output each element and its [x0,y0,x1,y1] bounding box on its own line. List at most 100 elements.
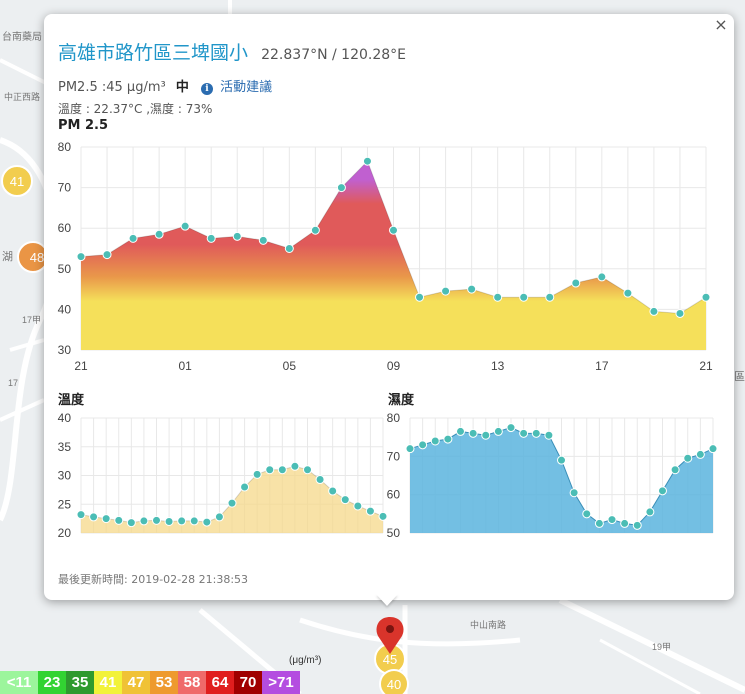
last-updated: 最後更新時間: 2019-02-28 21:38:53 [58,573,249,586]
legend-item: 64 [206,671,234,694]
legend-item: <11 [0,671,38,694]
data-point [594,518,604,528]
data-point [126,518,136,528]
pm25-chart: 30 40 50 60 70 80 21 01 05 09 13 17 21 [58,140,713,373]
road-label: 湖 [2,250,13,263]
y-tick-label: 40 [58,302,72,316]
data-point [240,482,250,492]
data-point [441,286,451,296]
x-tick-label: 01 [178,359,192,373]
data-point [154,229,164,239]
pm-legend: <11 23 35 41 47 53 58 64 70 >71 [0,671,300,694]
info-icon[interactable]: i [201,83,213,95]
data-point [114,515,124,525]
data-point [701,292,711,302]
data-point [252,469,262,479]
data-point [89,512,99,522]
data-point [708,444,718,454]
data-point [695,449,705,459]
data-point [277,465,287,475]
road-label: 19甲 [652,642,671,652]
legend-item: 58 [178,671,206,694]
map-marker-label: 41 [10,174,24,189]
data-point [284,244,294,253]
y-tick-label: 30 [58,343,72,357]
data-point [569,488,579,498]
pm-value: PM2.5 :45 µg/m³ [58,80,166,95]
data-point [353,501,363,511]
map-marker-label: 40 [387,677,401,692]
data-point [101,514,111,524]
x-tick-label: 09 [387,359,401,373]
data-point [493,426,503,436]
data-point [519,292,529,302]
activity-advice-link[interactable]: 活動建議 [220,80,272,95]
data-point [597,272,607,282]
data-point [506,423,516,433]
y-tick-label: 25 [58,497,72,511]
data-point [214,512,224,522]
data-point [415,292,425,302]
data-point [531,428,541,438]
data-point [76,252,86,262]
data-point [620,518,630,528]
x-tick-label: 21 [699,359,713,373]
data-point [336,183,346,193]
y-tick-label: 20 [58,526,72,540]
data-point [683,453,693,463]
humidity-chart: 50 60 70 80 [387,411,718,540]
data-point [258,235,268,245]
legend-unit: (μg/m³) [289,655,322,666]
data-point [582,509,592,519]
data-point [658,486,667,496]
data-point [232,231,242,241]
data-point [405,444,415,454]
y-tick-label: 50 [387,526,401,540]
data-point [128,233,138,243]
data-point [227,498,237,508]
y-tick-label: 60 [387,488,401,502]
data-point [418,440,428,450]
data-point [206,233,216,243]
data-point [362,156,372,166]
data-point [545,292,555,302]
popup-pointer [376,594,398,606]
data-point [430,436,440,446]
data-point [675,308,685,318]
station-name[interactable]: 高雄市路竹區三埤國小 [58,42,248,64]
close-icon[interactable]: × [712,16,730,34]
pm-chart-title: PM 2.5 [58,118,109,133]
legend-item: >71 [262,671,300,694]
temp-humidity-text: 溫度 : 22.37°C ,濕度 : 73% [58,102,213,116]
data-point [632,520,642,530]
data-point [670,465,680,475]
y-tick-label: 70 [58,181,72,195]
data-point [76,510,86,520]
station-popup: × 高雄市路竹區三埤國小 22.837°N / 120.28°E PM2.5 :… [44,14,734,600]
data-point [164,517,174,526]
road-label: 17 [8,378,18,388]
data-point [180,221,190,231]
x-tick-label: 17 [595,359,609,373]
data-point [649,306,659,316]
road-label: 17甲 [22,315,41,325]
data-point [177,516,187,526]
legend-item: 47 [122,671,150,694]
map-marker[interactable]: 41 [1,165,33,197]
data-point [189,516,199,526]
data-point [202,517,212,527]
data-point [571,278,581,288]
data-point [389,225,398,235]
map-marker[interactable]: 40 [379,669,409,694]
road-label: 中山南路 [470,619,506,630]
data-point [443,434,453,444]
y-tick-label: 80 [387,411,401,425]
x-tick-label: 13 [491,359,505,373]
road-label: 台南藥局 [2,30,42,43]
station-coords: 22.837°N / 120.28°E [261,47,407,63]
data-point [290,461,300,471]
data-point [328,486,338,496]
y-tick-label: 50 [58,262,72,276]
y-tick-label: 80 [58,140,72,154]
y-tick-label: 70 [387,449,401,463]
